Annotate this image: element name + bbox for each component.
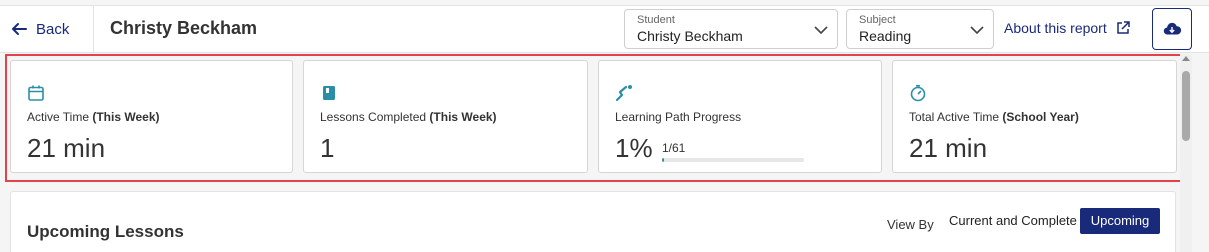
timer-icon [910,85,926,102]
about-report-label: About this report [1004,20,1107,36]
view-by-label: View By [887,217,934,232]
path-icon [615,85,632,102]
book-icon [323,86,335,100]
external-link-icon [1116,21,1130,34]
stat-label: Active Time (This Week) [27,110,160,124]
stat-value: 1% [615,133,653,163]
scrollbar[interactable] [1180,54,1192,252]
student-select-label: Student [637,14,675,26]
back-label: Back [36,20,70,38]
view-current-and-complete-button[interactable]: Current and Complete [943,207,1083,234]
calendar-icon [28,85,44,101]
stat-label: Total Active Time (School Year) [909,110,1079,124]
cloud-download-icon [1163,22,1182,35]
stat-card-active-time: Active Time (This Week) 21 min [10,60,293,173]
progress-fraction: 1/61 [662,141,686,155]
stat-card-learning-path-progress: Learning Path Progress 1% 1/61 [598,60,882,173]
progress-bar [662,158,804,162]
stat-value: 21 min [27,133,106,163]
stat-value: 21 min [909,133,988,163]
subject-select-label: Subject [859,14,896,26]
view-upcoming-button[interactable]: Upcoming [1080,208,1160,234]
back-button[interactable]: Back [10,18,69,40]
stat-value: 1 [320,133,335,163]
divider [93,6,94,52]
scrollbar-thumb[interactable] [1182,71,1190,141]
scroll-up-arrow-icon[interactable] [1182,56,1190,61]
stat-label: Lessons Completed (This Week) [320,110,497,124]
top-bar: Back Christy Beckham Student Christy Bec… [0,5,1209,53]
stat-card-total-active-time: Total Active Time (School Year) 21 min [892,60,1177,173]
student-select-value: Christy Beckham [637,28,743,44]
page-title: Christy Beckham [110,18,258,38]
section-title: Upcoming Lessons [27,222,184,241]
upcoming-lessons-panel: Upcoming Lessons View By Current and Com… [10,191,1176,252]
stat-card-lessons-completed: Lessons Completed (This Week) 1 [303,60,588,173]
arrow-left-icon [12,23,27,35]
chevron-down-icon [814,26,828,35]
subject-select-value: Reading [859,28,912,44]
subject-select[interactable]: Subject Reading [846,9,994,49]
about-report-link[interactable]: About this report [1004,20,1130,36]
chevron-down-icon [970,26,984,35]
download-button[interactable] [1152,8,1192,50]
student-select[interactable]: Student Christy Beckham [624,9,838,49]
stat-label: Learning Path Progress [615,110,742,124]
progress-bar-fill [662,158,665,162]
